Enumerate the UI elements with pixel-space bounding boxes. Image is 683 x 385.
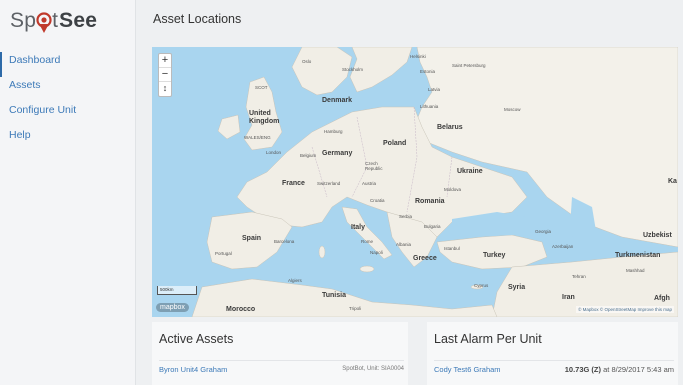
map-label-bulgaria: Bulgaria [424, 224, 441, 229]
asset-name-link[interactable]: Byron Unit4 Graham [159, 365, 227, 374]
map-label-azerbaijan: Azerbaijan [552, 244, 574, 249]
sidebar-item-dashboard[interactable]: Dashboard [0, 52, 136, 77]
map-label-morocco: Morocco [226, 306, 256, 313]
last-alarm-panel: Last Alarm Per Unit Cody Test6 Graham 10… [427, 322, 678, 385]
map-label-stockholm: Stockholm [342, 67, 364, 72]
sidebar-item-configure-unit[interactable]: Configure Unit [0, 102, 136, 127]
mapbox-logo[interactable]: mapbox [156, 303, 189, 312]
map-label-moldova: Moldova [444, 187, 462, 192]
map-label-london: London [266, 150, 282, 155]
sidebar-nav: Dashboard Assets Configure Unit Help [0, 52, 136, 152]
map-label-switzerland: Switzerland [317, 181, 341, 186]
map-label-saint-petersburg: Saint Petersburg [452, 63, 486, 68]
map-label-germany: Germany [322, 150, 353, 157]
map-label-napoli: Napoli [370, 250, 383, 255]
map-label-tripoli: Tripoli [349, 306, 362, 311]
last-alarm-title: Last Alarm Per Unit [434, 332, 542, 346]
map-label-lithuania: Lithuania [420, 104, 439, 109]
map-label-istanbul: Istanbul [444, 246, 460, 251]
table-row: Cody Test6 Graham 10.73G (Z) at 8/29/201… [434, 360, 674, 374]
map-label-denmark: Denmark [322, 97, 352, 104]
map-label-iran: Iran [562, 294, 575, 301]
map-label-albania: Albania [396, 242, 412, 247]
alarm-reading: 10.73G (Z) at 8/29/2017 5:43 am [565, 365, 674, 374]
map-label-serbia: Serbia [399, 214, 413, 219]
page-title: Asset Locations [153, 12, 242, 26]
logo-text-mid: t [52, 9, 59, 32]
alarm-time: at 8/29/2017 5:43 am [603, 364, 674, 374]
asset-map[interactable]: Oslo Stockholm Helsinki Saint Petersburg… [152, 47, 678, 317]
map-label-greece: Greece [413, 255, 437, 262]
map-label-wales: WALES/ENG [244, 135, 271, 140]
zoom-in-button[interactable]: + [159, 54, 171, 68]
active-assets-title: Active Assets [159, 332, 234, 346]
sidebar-item-help[interactable]: Help [0, 127, 136, 152]
map-canvas [152, 47, 678, 317]
map-label-latvia: Latvia [428, 87, 441, 92]
asset-meta: SpotBot, Unit: SIA0004 [342, 366, 404, 372]
map-label-kaz: Ka [668, 178, 677, 185]
map-label-italy: Italy [351, 224, 366, 231]
map-label-georgia: Georgia [535, 229, 552, 234]
map-scale: 500km [157, 286, 197, 295]
map-label-austria: Austria [362, 181, 377, 186]
location-pin-icon [36, 12, 52, 34]
map-label-moscow: Moscow [504, 107, 521, 112]
alarm-unit-link[interactable]: Cody Test6 Graham [434, 365, 501, 374]
map-label-syria: Syria [508, 284, 526, 291]
map-zoom-controls: + − ↕ [158, 53, 172, 97]
map-label-algiers: Algiers [288, 278, 302, 283]
map-label-united-kingdom: United Kingdom [249, 110, 280, 125]
map-label-turkey: Turkey [483, 252, 506, 259]
map-label-oslo: Oslo [302, 59, 312, 64]
map-label-romania: Romania [415, 198, 445, 205]
map-label-scot: SCOT [255, 85, 268, 90]
map-label-spain: Spain [242, 235, 262, 242]
map-label-cyprus: Cyprus [474, 283, 489, 288]
map-attribution[interactable]: © Mapbox © OpenStreetMap Improve this ma… [576, 306, 674, 313]
sidebar: Sp t See Dashboard Assets Configure Unit… [0, 0, 136, 385]
alarm-value: 10.73G (Z) [564, 364, 602, 374]
table-row: Byron Unit4 Graham SpotBot, Unit: SIA000… [159, 360, 404, 374]
logo[interactable]: Sp t See [10, 6, 97, 36]
map-label-czech: Czech Republic [365, 161, 383, 171]
map-label-uzbekistan: Uzbekist [643, 232, 672, 239]
map-label-france: France [282, 180, 305, 187]
map-label-helsinki: Helsinki [410, 54, 426, 59]
map-label-tunisia: Tunisia [322, 292, 346, 299]
zoom-out-button[interactable]: − [159, 68, 171, 82]
map-label-belgium: Belgium [300, 153, 317, 158]
map-label-estonia: Estonia [420, 69, 436, 74]
app-root: Sp t See Dashboard Assets Configure Unit… [0, 0, 683, 385]
map-label-afgh: Afgh [654, 295, 670, 302]
map-label-hamburg: Hamburg [324, 129, 343, 134]
map-label-portugal: Portugal [215, 251, 232, 256]
sidebar-item-assets[interactable]: Assets [0, 77, 136, 102]
map-label-belarus: Belarus [437, 124, 463, 131]
map-label-turkmenistan: Turkmenistan [615, 252, 661, 259]
map-label-rome: Rome [361, 239, 374, 244]
logo-text-right: See [59, 9, 98, 32]
map-label-croatia: Croatia [370, 198, 385, 203]
compass-icon[interactable]: ↕ [159, 82, 171, 96]
map-label-tehran: Tehran [572, 274, 586, 279]
active-assets-panel: Active Assets Byron Unit4 Graham SpotBot… [152, 322, 408, 385]
map-label-barcelona: Barcelona [274, 239, 295, 244]
map-label-mashhad: Mashhad [626, 268, 645, 273]
map-label-ukraine: Ukraine [457, 168, 483, 175]
map-label-poland: Poland [383, 140, 407, 147]
logo-text-left: Sp [10, 9, 37, 32]
